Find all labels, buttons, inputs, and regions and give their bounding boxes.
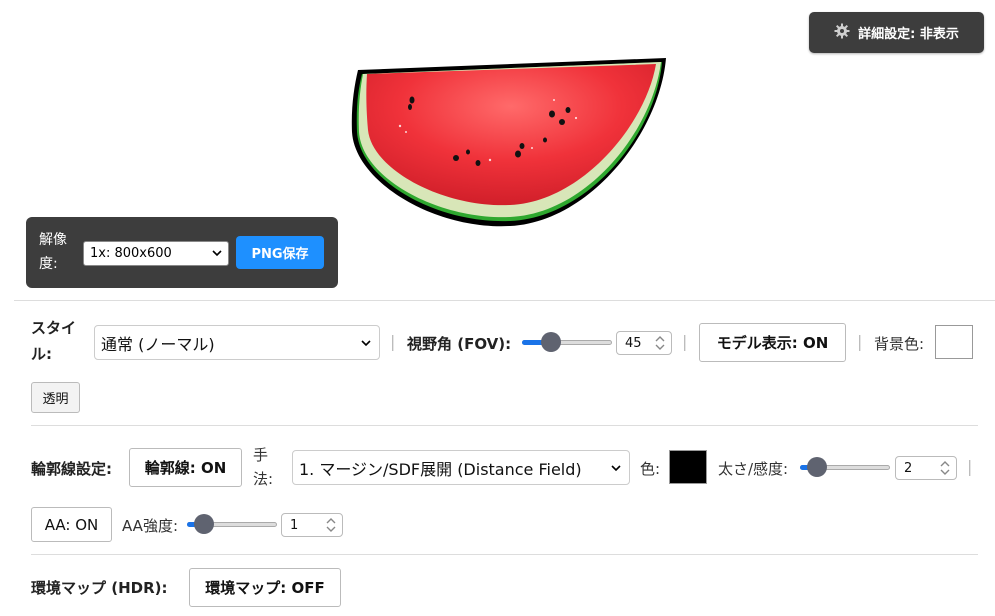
settings-toggle-button[interactable]: 詳細設定: 非表示	[809, 12, 984, 53]
spinner-icon[interactable]	[937, 459, 953, 477]
method-select[interactable]: 1. マージン/SDF展開 (Distance Field)	[292, 450, 630, 485]
outline-color-picker[interactable]	[669, 450, 707, 484]
style-selected-value: 通常 (ノーマル)	[101, 334, 215, 354]
spinner-icon[interactable]	[652, 334, 668, 352]
outline-toggle-button[interactable]: 輪郭線: ON	[129, 448, 242, 487]
style-select[interactable]: 通常 (ノーマル)	[94, 325, 380, 360]
thickness-slider[interactable]	[800, 457, 890, 477]
png-save-button[interactable]: PNG保存	[236, 236, 324, 269]
env-map-toggle-button[interactable]: 環境マップ: OFF	[189, 568, 341, 607]
fov-value: 45	[625, 335, 642, 351]
fov-number-input[interactable]: 45	[616, 331, 672, 355]
transparent-button[interactable]: 透明	[31, 382, 80, 413]
separator: |	[682, 332, 688, 351]
aa-strength-label: AA強度:	[122, 517, 178, 535]
method-label: 手法:	[253, 446, 274, 488]
aa-toggle-button[interactable]: AA: ON	[31, 507, 112, 542]
resolution-selected-value: 1x: 800x600	[90, 246, 172, 261]
aa-strength-value: 1	[290, 517, 299, 533]
divider	[14, 300, 995, 301]
3d-viewport[interactable]	[340, 52, 680, 242]
divider	[31, 554, 978, 555]
env-map-label: 環境マップ (HDR):	[31, 579, 168, 597]
fov-label: 視野角 (FOV):	[407, 335, 512, 353]
spinner-icon[interactable]	[323, 516, 339, 534]
gear-icon	[834, 23, 850, 43]
style-label: スタイル:	[31, 319, 77, 363]
settings-toggle-label: 詳細設定: 非表示	[858, 27, 959, 42]
chevron-down-icon	[361, 340, 371, 347]
fov-slider[interactable]	[522, 332, 612, 352]
method-selected-value: 1. マージン/SDF展開 (Distance Field)	[299, 459, 582, 479]
bg-color-label: 背景色:	[874, 335, 925, 353]
thickness-number-input[interactable]: 2	[895, 456, 957, 480]
resolution-label: 解像度:	[39, 232, 67, 272]
resolution-panel: 解像度: 1x: 800x600 PNG保存	[26, 217, 338, 288]
chevron-down-icon	[611, 465, 621, 472]
aa-strength-number-input[interactable]: 1	[281, 513, 343, 537]
separator: |	[390, 332, 396, 351]
model-toggle-button[interactable]: モデル表示: ON	[699, 323, 846, 362]
divider	[31, 425, 978, 426]
watermelon-model	[351, 58, 666, 227]
resolution-select[interactable]: 1x: 800x600	[83, 241, 229, 266]
thickness-label: 太さ/感度:	[718, 460, 789, 478]
bg-color-picker[interactable]	[935, 325, 973, 359]
aa-strength-slider[interactable]	[187, 514, 277, 534]
thickness-value: 2	[904, 460, 913, 476]
chevron-down-icon	[212, 250, 222, 257]
separator: |	[967, 457, 973, 476]
separator: |	[857, 332, 863, 351]
outline-color-label: 色:	[640, 460, 661, 478]
outline-settings-label: 輪郭線設定:	[31, 460, 112, 478]
